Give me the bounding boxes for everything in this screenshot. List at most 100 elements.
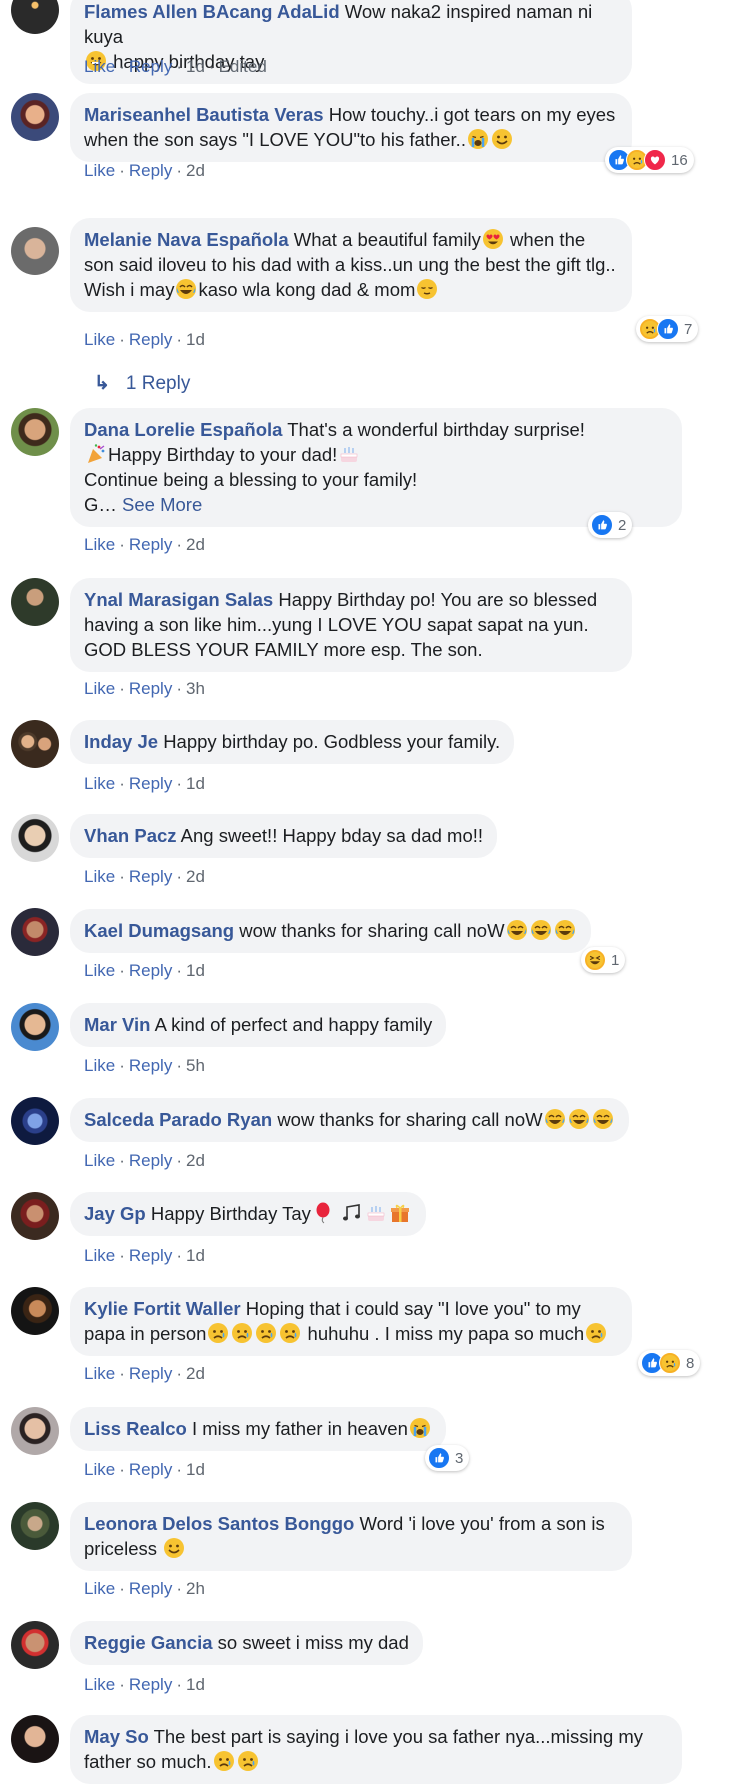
avatar[interactable] [11,93,59,141]
avatar[interactable] [11,227,59,275]
like-link[interactable]: Like [84,679,115,698]
avatar[interactable] [11,1502,59,1550]
like-link[interactable]: Like [84,161,115,180]
reply-link[interactable]: Reply [129,774,172,793]
reply-link[interactable]: Reply [129,330,172,349]
sad-icon [659,1352,681,1374]
timestamp[interactable]: 1d [186,961,205,980]
comment-author[interactable]: Mar Vin [84,1014,150,1035]
avatar[interactable] [11,578,59,626]
timestamp[interactable]: 2h [186,1579,205,1598]
timestamp[interactable]: 2d [186,535,205,554]
reply-link[interactable]: Reply [129,679,172,698]
like-link[interactable]: Like [84,330,115,349]
reply-link[interactable]: Reply [129,1579,172,1598]
like-link[interactable]: Like [84,535,115,554]
reply-link[interactable]: Reply [129,961,172,980]
comment-actions: Like · Reply · 1d [84,1246,205,1266]
like-link[interactable]: Like [84,1579,115,1598]
timestamp[interactable]: 1d [186,1246,205,1265]
comment-author[interactable]: Mariseanhel Bautista Veras [84,104,324,125]
view-replies-link[interactable]: ↳ 1 Reply [94,372,190,395]
reply-link[interactable]: Reply [129,1056,172,1075]
reply-link[interactable]: Reply [129,57,172,76]
avatar[interactable] [11,408,59,456]
comment-author[interactable]: Leonora Delos Santos Bonggo [84,1513,354,1534]
like-link[interactable]: Like [84,1364,115,1383]
avatar[interactable] [11,0,59,34]
haha-icon [584,949,606,971]
comment-actions: Like · Reply · 1d [84,1460,205,1480]
like-link[interactable]: Like [84,867,115,886]
comment-author[interactable]: Vhan Pacz [84,825,177,846]
timestamp[interactable]: 5h [186,1056,205,1075]
reaction-summary[interactable]: 8 [638,1350,701,1376]
reply-link[interactable]: Reply [129,867,172,886]
like-link[interactable]: Like [84,1246,115,1265]
reaction-summary[interactable]: 1 [581,947,626,973]
timestamp[interactable]: 3h [186,679,205,698]
like-link[interactable]: Like [84,1460,115,1479]
reaction-summary[interactable]: 2 [588,512,633,538]
timestamp[interactable]: 1d [186,57,205,76]
reply-link[interactable]: Reply [129,1364,172,1383]
reply-link[interactable]: Reply [129,535,172,554]
avatar[interactable] [11,908,59,956]
avatar[interactable] [11,1621,59,1669]
avatar[interactable] [11,1715,59,1763]
reaction-summary[interactable]: 3 [425,1445,470,1471]
reply-link[interactable]: Reply [129,1675,172,1694]
reply-link[interactable]: Reply [129,1246,172,1265]
comment-bubble: Salceda Parado Ryan wow thanks for shari… [70,1098,629,1142]
timestamp[interactable]: 1d [186,1460,205,1479]
see-more-link[interactable]: See More [122,494,202,515]
separator: · [119,1056,125,1075]
avatar[interactable] [11,1407,59,1455]
reply-link[interactable]: Reply [129,1460,172,1479]
timestamp[interactable]: 1d [186,774,205,793]
timestamp[interactable]: 1d [186,1675,205,1694]
reaction-summary[interactable]: 7 [636,316,699,342]
comment-author[interactable]: Flames Allen BAcang AdaLid [84,1,340,22]
like-link[interactable]: Like [84,57,115,76]
comment-author[interactable]: Salceda Parado Ryan [84,1109,272,1130]
comment-author[interactable]: Melanie Nava Española [84,229,289,250]
comment-author[interactable]: Reggie Gancia [84,1632,213,1653]
avatar[interactable] [11,1097,59,1145]
avatar[interactable] [11,720,59,768]
reply-link[interactable]: Reply [129,1151,172,1170]
comment-author[interactable]: Ynal Marasigan Salas [84,589,273,610]
like-link[interactable]: Like [84,1056,115,1075]
timestamp[interactable]: 2d [186,161,205,180]
like-link[interactable]: Like [84,1675,115,1694]
separator: · [176,161,182,180]
avatar[interactable] [11,1003,59,1051]
timestamp[interactable]: 2d [186,1151,205,1170]
comment-bubble: Leonora Delos Santos Bonggo Word 'i love… [70,1502,632,1571]
comment-author[interactable]: Liss Realco [84,1418,187,1439]
like-link[interactable]: Like [84,774,115,793]
timestamp[interactable]: 2d [186,1364,205,1383]
replies-count[interactable]: 1 Reply [126,373,190,394]
reply-link[interactable]: Reply [129,161,172,180]
comment-author[interactable]: May So [84,1726,149,1747]
comment-author[interactable]: Dana Lorelie Española [84,419,282,440]
comment-author[interactable]: Jay Gp [84,1203,146,1224]
avatar[interactable] [11,1192,59,1240]
joy-emoji-icon [506,919,528,941]
separator: · [119,1151,125,1170]
comment-text: Happy birthday po. Godbless your family. [163,731,501,752]
separator: · [176,1151,182,1170]
separator: · [176,1579,182,1598]
avatar[interactable] [11,814,59,862]
timestamp[interactable]: 2d [186,867,205,886]
like-link[interactable]: Like [84,1151,115,1170]
like-link[interactable]: Like [84,961,115,980]
avatar[interactable] [11,1287,59,1335]
edited-label[interactable]: Edited [219,57,267,76]
timestamp[interactable]: 1d [186,330,205,349]
comment-author[interactable]: Kael Dumagsang [84,920,234,941]
comment-author[interactable]: Kylie Fortit Waller [84,1298,241,1319]
comment-author[interactable]: Inday Je [84,731,158,752]
reaction-summary[interactable]: 16 [605,147,694,173]
